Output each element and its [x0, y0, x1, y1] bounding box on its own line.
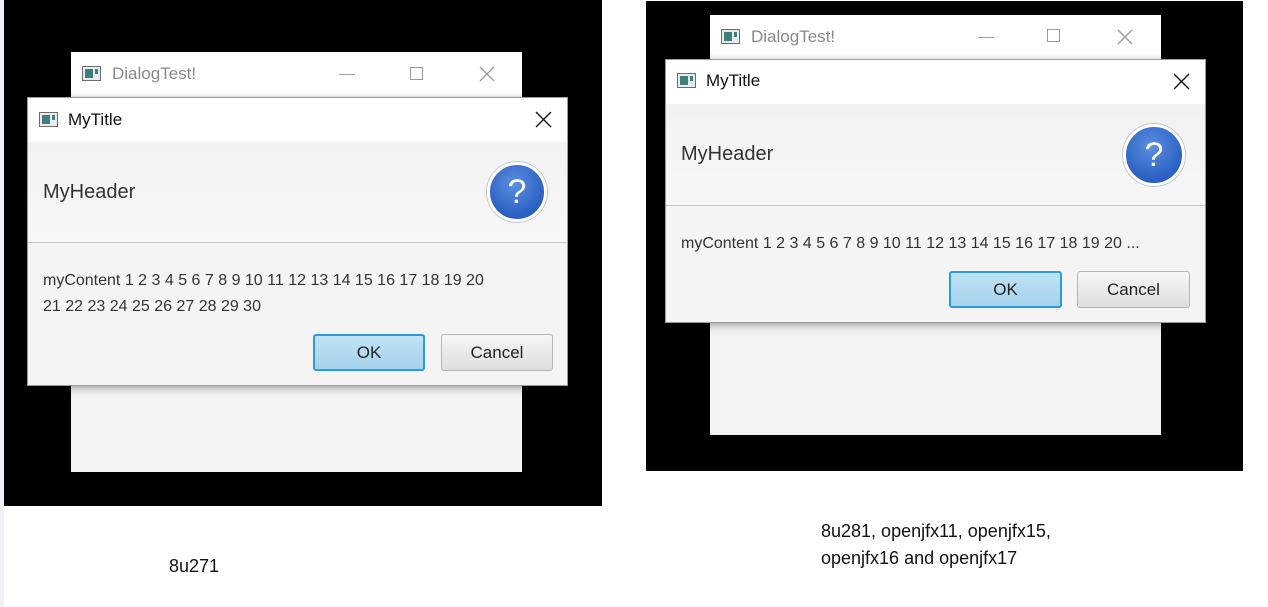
right-dialog: MyTitle MyHeader ? myContent 1 2 3 4 5 6… [665, 59, 1206, 323]
app-icon [721, 29, 740, 44]
left-content-line1: myContent 1 2 3 4 5 6 7 8 9 10 11 12 13 … [43, 272, 484, 289]
left-background-title: DialogTest! [112, 64, 197, 83]
maximize-icon[interactable] [1047, 29, 1060, 42]
left-caption: 8u271 [169, 556, 220, 576]
close-icon[interactable] [1117, 29, 1133, 45]
ok-button[interactable]: OK [949, 271, 1062, 308]
right-background-title: DialogTest! [751, 27, 836, 46]
left-dialog: MyTitle MyHeader ? myContent 1 2 3 4 5 6… [27, 97, 568, 386]
right-dialog-content: myContent 1 2 3 4 5 6 7 8 9 10 11 12 13 … [681, 235, 1140, 252]
left-header-text: MyHeader [43, 181, 136, 203]
cancel-button[interactable]: Cancel [441, 334, 553, 371]
right-dialog-titlebar[interactable]: MyTitle [666, 60, 1205, 104]
minimize-icon[interactable] [339, 74, 355, 75]
close-icon[interactable] [479, 66, 495, 82]
left-dialog-header: MyHeader ? [28, 142, 567, 243]
question-icon: ? [1123, 124, 1185, 186]
app-icon [677, 73, 696, 88]
question-icon: ? [487, 162, 547, 222]
cancel-button[interactable]: Cancel [1077, 271, 1190, 308]
right-screenshot-backdrop: DialogTest! MyTitle MyHeader ? myContent… [646, 1, 1243, 471]
right-dialog-header: MyHeader ? [666, 104, 1205, 206]
left-background-titlebar[interactable]: DialogTest! [71, 52, 522, 96]
left-dialog-titlebar[interactable]: MyTitle [28, 98, 567, 142]
left-dialog-title: MyTitle [68, 110, 123, 129]
right-caption: 8u281, openjfx11, openjfx15, openjfx16 a… [821, 518, 1051, 572]
right-dialog-title: MyTitle [706, 71, 761, 90]
ok-button[interactable]: OK [313, 334, 425, 371]
minimize-icon[interactable] [978, 37, 994, 38]
left-screenshot-backdrop: DialogTest! MyTitle MyHeader ? myContent… [4, 0, 602, 506]
right-caption-line1: 8u281, openjfx11, openjfx15, [821, 521, 1051, 541]
right-header-text: MyHeader [681, 143, 774, 165]
right-background-titlebar[interactable]: DialogTest! [710, 15, 1161, 59]
app-icon [39, 112, 58, 127]
left-content-line2: 21 22 23 24 25 26 27 28 29 30 [43, 298, 261, 315]
left-dialog-content: myContent 1 2 3 4 5 6 7 8 9 10 11 12 13 … [43, 268, 484, 320]
maximize-icon[interactable] [410, 67, 423, 80]
close-icon[interactable] [535, 111, 552, 128]
close-icon[interactable] [1173, 73, 1190, 90]
app-icon [82, 66, 101, 81]
right-caption-line2: openjfx16 and openjfx17 [821, 548, 1018, 568]
